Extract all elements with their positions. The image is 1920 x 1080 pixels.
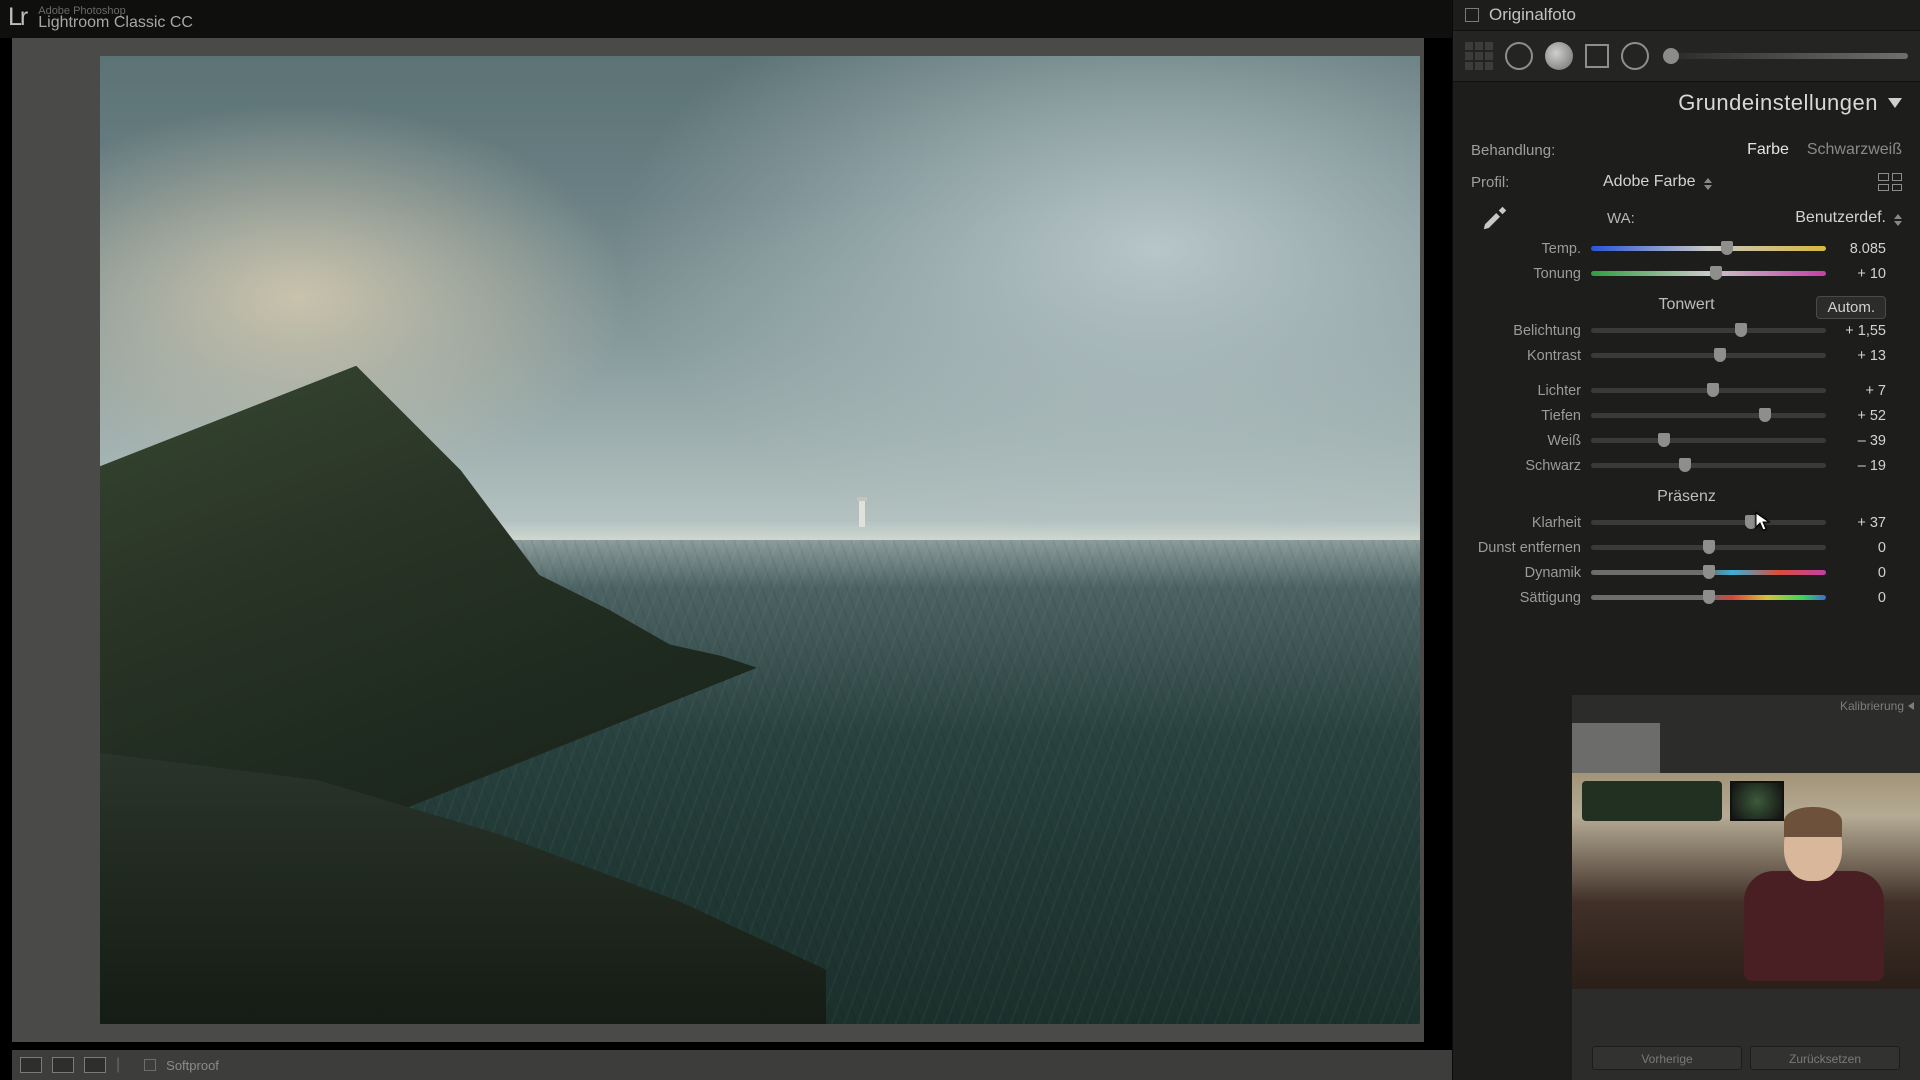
dehaze-slider[interactable]: Dunst entfernen 0: [1471, 535, 1886, 560]
preview-thumb: [1572, 723, 1660, 773]
shadows-value[interactable]: + 52: [1826, 408, 1886, 424]
saturation-slider[interactable]: Sättigung 0: [1471, 585, 1886, 610]
spot-removal-icon[interactable]: [1505, 42, 1533, 70]
basic-panel-header[interactable]: Grundeinstellungen: [1453, 82, 1920, 126]
webcam-overlay: [1572, 773, 1920, 989]
calibration-label: Kalibrierung: [1840, 699, 1904, 713]
presence-header: Präsenz: [1471, 488, 1902, 506]
lr-logo-icon: Lr: [8, 3, 26, 35]
saturation-value[interactable]: 0: [1826, 590, 1886, 606]
exposure-value[interactable]: + 1,55: [1826, 323, 1886, 339]
temp-slider[interactable]: Temp. 8.085: [1471, 236, 1886, 261]
view-mode-survey-icon[interactable]: [84, 1057, 106, 1073]
previous-button[interactable]: Vorherige: [1592, 1046, 1742, 1070]
app-title: Lightroom Classic CC: [38, 14, 193, 32]
whites-knob[interactable]: [1658, 433, 1670, 447]
original-photo-label: Originalfoto: [1489, 5, 1576, 25]
exposure-knob[interactable]: [1735, 323, 1747, 337]
temp-label: Temp.: [1471, 241, 1591, 257]
dehaze-label: Dunst entfernen: [1471, 540, 1591, 556]
profile-row: Profil: Adobe Farbe: [1471, 164, 1902, 200]
exposure-label: Belichtung: [1471, 323, 1591, 339]
original-photo-checkbox[interactable]: [1465, 8, 1479, 22]
redeye-tool-icon[interactable]: [1545, 42, 1573, 70]
blacks-knob[interactable]: [1679, 458, 1691, 472]
treatment-row: Behandlung: Farbe Schwarzweiß: [1471, 136, 1902, 164]
dropdown-caret-icon: [1704, 178, 1712, 186]
highlights-slider[interactable]: Lichter + 7: [1471, 378, 1886, 403]
blacks-slider[interactable]: Schwarz – 19: [1471, 453, 1886, 478]
profile-dropdown[interactable]: Adobe Farbe: [1603, 173, 1712, 191]
contrast-label: Kontrast: [1471, 348, 1591, 364]
highlights-label: Lichter: [1471, 383, 1591, 399]
softproof-label: Softproof: [166, 1058, 219, 1073]
whites-slider[interactable]: Weiß – 39: [1471, 428, 1886, 453]
treatment-label: Behandlung:: [1471, 142, 1603, 159]
calibration-panel-header[interactable]: Kalibrierung: [1840, 699, 1914, 713]
vibrance-knob[interactable]: [1703, 565, 1715, 579]
saturation-label: Sättigung: [1471, 590, 1591, 606]
local-adjustment-tools: [1453, 30, 1920, 82]
lower-right-area: Kalibrierung Vorherige Zurücksetzen: [1572, 695, 1920, 1080]
contrast-knob[interactable]: [1714, 348, 1726, 362]
tint-knob[interactable]: [1710, 266, 1722, 280]
shadows-knob[interactable]: [1759, 408, 1771, 422]
tint-label: Tonung: [1471, 266, 1591, 282]
profile-browser-icon[interactable]: [1878, 173, 1902, 191]
tint-value[interactable]: + 10: [1826, 266, 1886, 282]
view-mode-loupe-icon[interactable]: [20, 1057, 42, 1073]
highlights-knob[interactable]: [1707, 383, 1719, 397]
treatment-color[interactable]: Farbe: [1747, 141, 1789, 159]
basic-panel-title: Grundeinstellungen: [1678, 90, 1878, 116]
divider: |: [116, 1056, 120, 1074]
shadows-slider[interactable]: Tiefen + 52: [1471, 403, 1886, 428]
wb-label: WA:: [1607, 210, 1635, 227]
contrast-slider[interactable]: Kontrast + 13: [1471, 343, 1886, 368]
saturation-knob[interactable]: [1703, 590, 1715, 604]
tone-header: Tonwert: [1658, 296, 1714, 314]
highlights-value[interactable]: + 7: [1826, 383, 1886, 399]
wb-value: Benutzerdef.: [1795, 209, 1886, 227]
temp-knob[interactable]: [1721, 241, 1733, 255]
chevron-left-icon: [1908, 702, 1914, 710]
dehaze-knob[interactable]: [1703, 540, 1715, 554]
brush-size-slider[interactable]: [1673, 53, 1908, 59]
image-stage: [12, 38, 1424, 1042]
vibrance-value[interactable]: 0: [1826, 565, 1886, 581]
clarity-label: Klarheit: [1471, 515, 1591, 531]
graduated-filter-icon[interactable]: [1585, 44, 1609, 68]
profile-label: Profil:: [1471, 174, 1603, 191]
exposure-slider[interactable]: Belichtung + 1,55: [1471, 318, 1886, 343]
chevron-down-icon: [1888, 98, 1902, 108]
wb-eyedropper-icon[interactable]: [1471, 194, 1519, 242]
whites-value[interactable]: – 39: [1826, 433, 1886, 449]
vibrance-label: Dynamik: [1471, 565, 1591, 581]
reset-button[interactable]: Zurücksetzen: [1750, 1046, 1900, 1070]
softproof-checkbox[interactable]: [144, 1059, 156, 1071]
profile-value: Adobe Farbe: [1603, 173, 1696, 191]
clarity-slider[interactable]: Klarheit + 37: [1471, 510, 1886, 535]
dropdown-caret-icon: [1894, 214, 1902, 222]
tint-slider[interactable]: Tonung + 10: [1471, 261, 1886, 286]
edited-photo[interactable]: [100, 56, 1420, 1024]
dehaze-value[interactable]: 0: [1826, 540, 1886, 556]
contrast-value[interactable]: + 13: [1826, 348, 1886, 364]
radial-filter-icon[interactable]: [1621, 42, 1649, 70]
vibrance-slider[interactable]: Dynamik 0: [1471, 560, 1886, 585]
blacks-value[interactable]: – 19: [1826, 458, 1886, 474]
crop-tool-icon[interactable]: [1465, 42, 1493, 70]
clarity-value[interactable]: + 37: [1826, 515, 1886, 531]
wb-dropdown[interactable]: Benutzerdef.: [1795, 209, 1902, 227]
blacks-label: Schwarz: [1471, 458, 1591, 474]
develop-right-panel: Originalfoto Grundeinstellungen Behandlu…: [1452, 0, 1920, 1080]
treatment-bw[interactable]: Schwarzweiß: [1807, 141, 1902, 159]
view-mode-compare-icon[interactable]: [52, 1057, 74, 1073]
temp-value[interactable]: 8.085: [1826, 241, 1886, 257]
shadows-label: Tiefen: [1471, 408, 1591, 424]
whites-label: Weiß: [1471, 433, 1591, 449]
auto-tone-button[interactable]: Autom.: [1816, 296, 1886, 319]
clarity-knob[interactable]: [1745, 515, 1757, 529]
